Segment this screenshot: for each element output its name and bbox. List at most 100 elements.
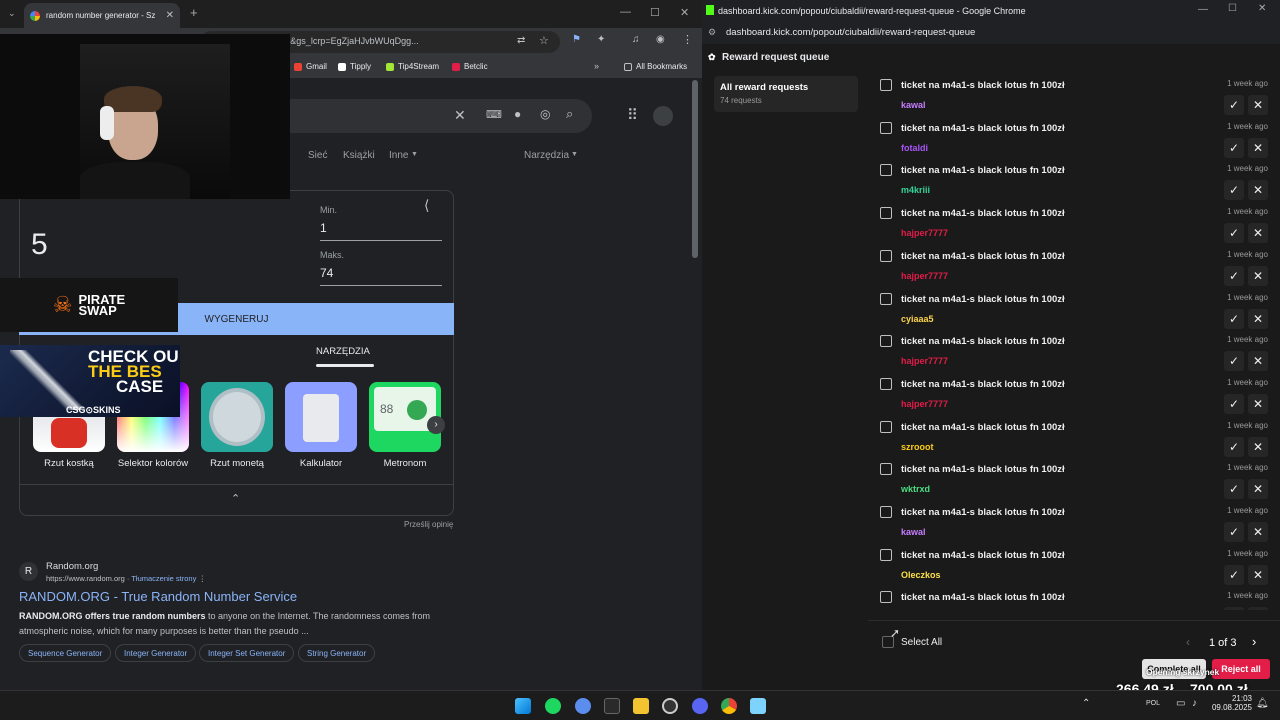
accept-button[interactable]: ✓ bbox=[1224, 137, 1244, 158]
notification-icon[interactable]: 🔔︎ bbox=[1256, 698, 1269, 709]
scrollbar[interactable] bbox=[692, 80, 698, 690]
maximize-icon[interactable]: ☐ bbox=[650, 6, 660, 19]
accept-button[interactable]: ✓ bbox=[1224, 180, 1244, 201]
collapse-icon[interactable]: ⌃ bbox=[231, 492, 240, 505]
accept-button[interactable]: ✓ bbox=[1224, 95, 1244, 115]
site-info-icon[interactable]: ⚙ bbox=[708, 27, 716, 38]
clear-icon[interactable]: ✕ bbox=[454, 107, 466, 124]
lens-icon[interactable]: ◎ bbox=[540, 107, 550, 121]
feedback-link[interactable]: Prześlij opinię bbox=[404, 520, 453, 529]
reject-button[interactable]: ✕ bbox=[1248, 180, 1268, 201]
request-checkbox[interactable] bbox=[880, 506, 892, 518]
request-checkbox[interactable] bbox=[880, 292, 892, 305]
accept-button[interactable]: ✓ bbox=[1224, 223, 1244, 244]
accept-button[interactable]: ✓ bbox=[1224, 308, 1244, 329]
clock[interactable]: 21:03 09.08.2025 bbox=[1210, 694, 1252, 712]
max-field[interactable]: Maks. 74 bbox=[320, 250, 442, 286]
result-title[interactable]: RANDOM.ORG - True Random Number Service bbox=[19, 589, 297, 604]
result-url-line[interactable]: https://www.random.org · Tłumaczenie str… bbox=[46, 574, 206, 583]
reject-button[interactable]: ✕ bbox=[1248, 393, 1268, 414]
request-checkbox[interactable] bbox=[880, 79, 892, 91]
select-all-label[interactable]: Select All bbox=[901, 637, 942, 648]
bookmark-betclic[interactable]: Betclic bbox=[452, 62, 488, 71]
steam-icon[interactable] bbox=[662, 698, 678, 714]
accept-button[interactable]: ✓ bbox=[1224, 564, 1244, 585]
accept-button[interactable]: ✓ bbox=[1224, 436, 1244, 457]
close-window-icon[interactable]: ✕ bbox=[680, 6, 689, 19]
scrollbar-thumb[interactable] bbox=[692, 80, 698, 258]
popout-address-bar[interactable]: ⚙ dashboard.kick.com/popout/ciubaldii/re… bbox=[702, 22, 1280, 44]
chevron-right-icon[interactable]: › bbox=[427, 416, 445, 434]
prev-page-icon[interactable]: ‹ bbox=[1186, 635, 1190, 649]
tray-chevron-icon[interactable]: ⌃ bbox=[1082, 698, 1090, 709]
sidebar-item-all-requests[interactable]: All reward requests 74 requests bbox=[714, 76, 858, 112]
search-icon[interactable]: ⌕ bbox=[566, 106, 573, 122]
reject-button[interactable]: ✕ bbox=[1248, 265, 1268, 286]
tool-calculator[interactable]: Kalkulator bbox=[285, 382, 357, 469]
request-checkbox[interactable] bbox=[880, 548, 892, 561]
star-icon[interactable]: ☆ bbox=[539, 34, 549, 47]
nav-inne[interactable]: Inne bbox=[389, 150, 408, 161]
keyboard-icon[interactable]: ⌨ bbox=[486, 108, 502, 121]
bookmark-tipply[interactable]: Tipply bbox=[338, 62, 371, 71]
discord-icon[interactable] bbox=[692, 698, 708, 714]
close-window-icon[interactable]: ✕ bbox=[1258, 3, 1266, 14]
chip-integer-set[interactable]: Integer Set Generator bbox=[199, 644, 295, 662]
request-checkbox[interactable] bbox=[880, 420, 892, 433]
close-icon[interactable]: ✕ bbox=[166, 10, 174, 21]
min-field[interactable]: Min. 1 bbox=[320, 205, 442, 241]
maximize-icon[interactable]: ☐ bbox=[1228, 3, 1237, 14]
tab-search-icon[interactable]: ⌄ bbox=[8, 8, 16, 19]
reject-button[interactable]: ✕ bbox=[1248, 564, 1268, 585]
request-checkbox[interactable] bbox=[880, 121, 892, 134]
spotify-icon[interactable] bbox=[545, 698, 561, 714]
reject-all-button[interactable]: Reject all bbox=[1212, 659, 1270, 679]
reject-button[interactable]: ✕ bbox=[1248, 137, 1268, 158]
scrollbar[interactable] bbox=[1272, 76, 1276, 616]
bookmark-gmail[interactable]: Gmail bbox=[294, 62, 327, 71]
apps-grid-icon[interactable]: ⠿ bbox=[627, 106, 638, 124]
minimize-icon[interactable]: — bbox=[620, 6, 631, 18]
new-tab-button[interactable]: + bbox=[190, 5, 198, 20]
chip-string[interactable]: String Generator bbox=[298, 644, 376, 662]
accept-button[interactable]: ✓ bbox=[1224, 607, 1244, 611]
chip-sequence[interactable]: Sequence Generator bbox=[19, 644, 112, 662]
media-icon[interactable]: ♫ bbox=[632, 34, 640, 45]
accept-button[interactable]: ✓ bbox=[1224, 351, 1244, 372]
profile-icon[interactable]: ◉ bbox=[656, 34, 665, 45]
accept-button[interactable]: ✓ bbox=[1224, 265, 1244, 286]
reject-button[interactable]: ✕ bbox=[1248, 522, 1268, 542]
request-checkbox[interactable] bbox=[880, 164, 892, 177]
accept-button[interactable]: ✓ bbox=[1224, 479, 1244, 500]
bookmark-tip4stream[interactable]: Tip4Stream bbox=[386, 62, 439, 71]
bookmark-all[interactable]: All Bookmarks bbox=[624, 62, 687, 71]
language-indicator[interactable]: POL bbox=[1146, 700, 1160, 707]
accept-button[interactable]: ✓ bbox=[1224, 522, 1244, 542]
translate-link[interactable]: Tłumaczenie strony bbox=[131, 574, 196, 583]
network-icon[interactable]: ▭ bbox=[1176, 698, 1185, 709]
more-bookmarks-icon[interactable]: » bbox=[594, 61, 599, 71]
app-icon[interactable] bbox=[575, 698, 591, 714]
reject-button[interactable]: ✕ bbox=[1248, 308, 1268, 329]
reject-button[interactable]: ✕ bbox=[1248, 436, 1268, 457]
volume-icon[interactable]: ♪ bbox=[1192, 698, 1197, 709]
request-checkbox[interactable] bbox=[880, 249, 892, 262]
accept-button[interactable]: ✓ bbox=[1224, 393, 1244, 414]
epic-games-icon[interactable] bbox=[604, 698, 620, 714]
next-page-icon[interactable]: › bbox=[1252, 634, 1256, 649]
windows-start-icon[interactable] bbox=[515, 698, 531, 714]
request-checkbox[interactable] bbox=[880, 463, 892, 476]
request-checkbox[interactable] bbox=[880, 591, 892, 604]
extension-icon[interactable]: ⚑ bbox=[572, 34, 581, 45]
reject-button[interactable]: ✕ bbox=[1248, 607, 1268, 611]
reject-button[interactable]: ✕ bbox=[1248, 95, 1268, 115]
translate-icon[interactable]: ⇄ bbox=[517, 35, 525, 46]
reject-button[interactable]: ✕ bbox=[1248, 223, 1268, 244]
chrome-icon[interactable] bbox=[721, 698, 737, 714]
reject-button[interactable]: ✕ bbox=[1248, 351, 1268, 372]
more-icon[interactable]: ⋮ bbox=[198, 574, 206, 583]
tool-coin[interactable]: Rzut monetą bbox=[201, 382, 273, 469]
request-checkbox[interactable] bbox=[880, 377, 892, 390]
reject-button[interactable]: ✕ bbox=[1248, 479, 1268, 500]
nav-ksiazki[interactable]: Książki bbox=[343, 150, 375, 161]
